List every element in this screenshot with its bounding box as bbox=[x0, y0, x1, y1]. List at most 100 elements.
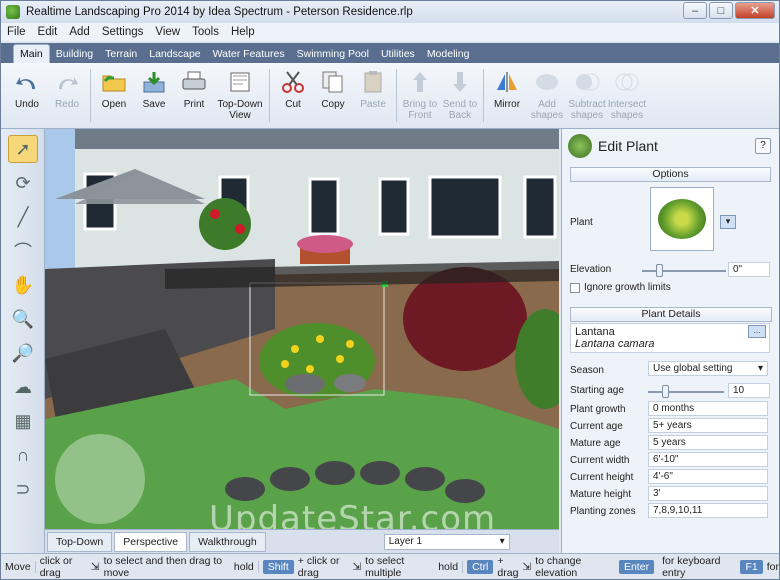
panel-title: Edit Plant bbox=[598, 138, 658, 154]
print-label: Print bbox=[183, 99, 205, 110]
menu-help[interactable]: Help bbox=[225, 26, 261, 38]
paste-label: Paste bbox=[360, 99, 386, 110]
orbit-icon[interactable]: ☁ bbox=[8, 373, 38, 401]
current-age-value: 5+ years bbox=[648, 418, 768, 433]
mirror-label: Mirror bbox=[493, 99, 521, 110]
undo-button[interactable]: Undo bbox=[7, 63, 47, 128]
pan-hand-icon[interactable]: ✋ bbox=[8, 271, 38, 299]
layer-dropdown[interactable]: Layer 1 ▾ bbox=[383, 533, 510, 550]
bring-front-icon bbox=[407, 69, 433, 95]
intersect-shapes-icon bbox=[614, 69, 640, 95]
mouse-cursor-icon: ⇲ bbox=[90, 560, 100, 573]
grid-icon[interactable]: ▦ bbox=[8, 407, 38, 435]
ignore-growth-checkbox[interactable]: Ignore growth limits bbox=[570, 282, 671, 293]
undo-label: Undo bbox=[15, 99, 39, 110]
snap-point-icon[interactable]: ⊃ bbox=[8, 475, 38, 503]
elevation-field[interactable]: 0" bbox=[728, 262, 770, 277]
tab-modeling[interactable]: Modeling bbox=[421, 45, 476, 63]
mouse-cursor-icon: ⇲ bbox=[522, 560, 532, 573]
current-width-value: 6'-10" bbox=[648, 452, 768, 467]
ribbon-toolbar: Undo Redo Open Save Print Top-Down View … bbox=[1, 63, 779, 129]
cut-button[interactable]: Cut bbox=[273, 63, 313, 128]
arc-icon[interactable]: ⌒ bbox=[8, 237, 38, 265]
app-window: Realtime Landscaping Pro 2014 by Idea Sp… bbox=[0, 0, 780, 580]
save-icon bbox=[141, 69, 167, 95]
plant-latin-name: Lantana camara bbox=[575, 338, 655, 350]
mirror-button[interactable]: Mirror bbox=[487, 63, 527, 128]
tab-walkthrough[interactable]: Walkthrough bbox=[189, 531, 266, 552]
save-button[interactable]: Save bbox=[134, 63, 174, 128]
tab-main[interactable]: Main bbox=[13, 44, 50, 63]
menu-tools[interactable]: Tools bbox=[186, 26, 225, 38]
season-dropdown[interactable]: Use global setting ▾ bbox=[648, 361, 768, 376]
options-section[interactable]: Options bbox=[570, 167, 771, 182]
tab-landscape[interactable]: Landscape bbox=[143, 45, 206, 63]
plant-label: Plant bbox=[570, 217, 593, 228]
tab-terrain[interactable]: Terrain bbox=[99, 45, 143, 63]
menu-file[interactable]: File bbox=[1, 26, 32, 38]
top-down-label: Top-Down View bbox=[217, 99, 263, 121]
layer-value: Layer 1 bbox=[388, 535, 423, 547]
add-shapes-button[interactable]: Add shapes bbox=[527, 63, 567, 128]
paste-icon bbox=[360, 69, 386, 95]
help-button[interactable]: ? bbox=[755, 138, 771, 154]
scissors-icon bbox=[280, 69, 306, 95]
menu-settings[interactable]: Settings bbox=[96, 26, 150, 38]
menu-add[interactable]: Add bbox=[63, 26, 95, 38]
view-tabs: Top-Down Perspective Walkthrough Layer 1… bbox=[45, 529, 559, 553]
perspective-viewport[interactable] bbox=[45, 129, 559, 529]
mature-height-value: 3' bbox=[648, 486, 768, 501]
enter-key: Enter bbox=[618, 559, 655, 574]
status-bar: Move click or drag ⇲ to select and then … bbox=[1, 553, 779, 579]
plant-name: Lantana bbox=[575, 326, 615, 338]
starting-age-field[interactable]: 10 bbox=[728, 383, 770, 398]
copy-label: Copy bbox=[321, 99, 345, 110]
menu-view[interactable]: View bbox=[149, 26, 186, 38]
zoom-region-icon[interactable]: 🔎 bbox=[8, 339, 38, 367]
status-hint-8: for bbox=[766, 560, 779, 573]
bring-to-front-button[interactable]: Bring to Front bbox=[400, 63, 440, 128]
starting-age-slider[interactable] bbox=[648, 385, 724, 398]
add-shapes-icon bbox=[534, 69, 560, 95]
select-arrow-icon[interactable]: ➚ bbox=[8, 135, 38, 163]
minimize-button[interactable]: – bbox=[683, 2, 707, 19]
subtract-shapes-button[interactable]: Subtract shapes bbox=[567, 63, 607, 128]
mature-age-label: Mature age bbox=[570, 438, 621, 449]
rotate-icon[interactable]: ⟳ bbox=[8, 169, 38, 197]
redo-button[interactable]: Redo bbox=[47, 63, 87, 128]
plant-browse-button[interactable]: ... bbox=[748, 325, 766, 338]
copy-button[interactable]: Copy bbox=[313, 63, 353, 128]
close-button[interactable]: ✕ bbox=[735, 2, 775, 19]
snap-magnet-icon[interactable]: ∩ bbox=[8, 441, 38, 469]
current-height-value: 4'-6" bbox=[648, 469, 768, 484]
tab-swimming-pool[interactable]: Swimming Pool bbox=[291, 45, 375, 63]
plant-details-section[interactable]: Plant Details bbox=[570, 307, 772, 322]
tab-top-down[interactable]: Top-Down bbox=[47, 531, 113, 552]
plant-thumbnail[interactable] bbox=[650, 187, 714, 251]
bring-front-label: Bring to Front bbox=[402, 99, 438, 121]
status-hint-4: to select multiple bbox=[365, 554, 405, 579]
open-button[interactable]: Open bbox=[94, 63, 134, 128]
tab-building[interactable]: Building bbox=[50, 45, 99, 63]
elevation-slider[interactable] bbox=[642, 264, 726, 277]
tab-perspective[interactable]: Perspective bbox=[114, 531, 188, 552]
status-hint-2: to select and then drag to move bbox=[103, 554, 223, 579]
status-hint-6: to change elevation bbox=[535, 554, 582, 579]
cut-label: Cut bbox=[285, 99, 301, 110]
print-button[interactable]: Print bbox=[174, 63, 214, 128]
top-down-view-button[interactable]: Top-Down View bbox=[214, 63, 266, 128]
zoom-icon[interactable]: 🔍 bbox=[8, 305, 38, 333]
paste-button[interactable]: Paste bbox=[353, 63, 393, 128]
tab-utilities[interactable]: Utilities bbox=[375, 45, 421, 63]
draw-line-icon[interactable]: ╱ bbox=[8, 203, 38, 231]
tab-water-features[interactable]: Water Features bbox=[207, 45, 291, 63]
menu-edit[interactable]: Edit bbox=[32, 26, 64, 38]
current-age-label: Current age bbox=[570, 421, 623, 432]
status-hint-3: + click or drag bbox=[297, 554, 340, 579]
plant-picker-button[interactable]: ▾ bbox=[720, 215, 736, 229]
maximize-button[interactable]: □ bbox=[709, 2, 733, 19]
title-bar: Realtime Landscaping Pro 2014 by Idea Sp… bbox=[1, 1, 779, 23]
send-to-back-button[interactable]: Send to Back bbox=[440, 63, 480, 128]
intersect-shapes-button[interactable]: Intersect shapes bbox=[607, 63, 647, 128]
add-shapes-label: Add shapes bbox=[530, 99, 564, 121]
